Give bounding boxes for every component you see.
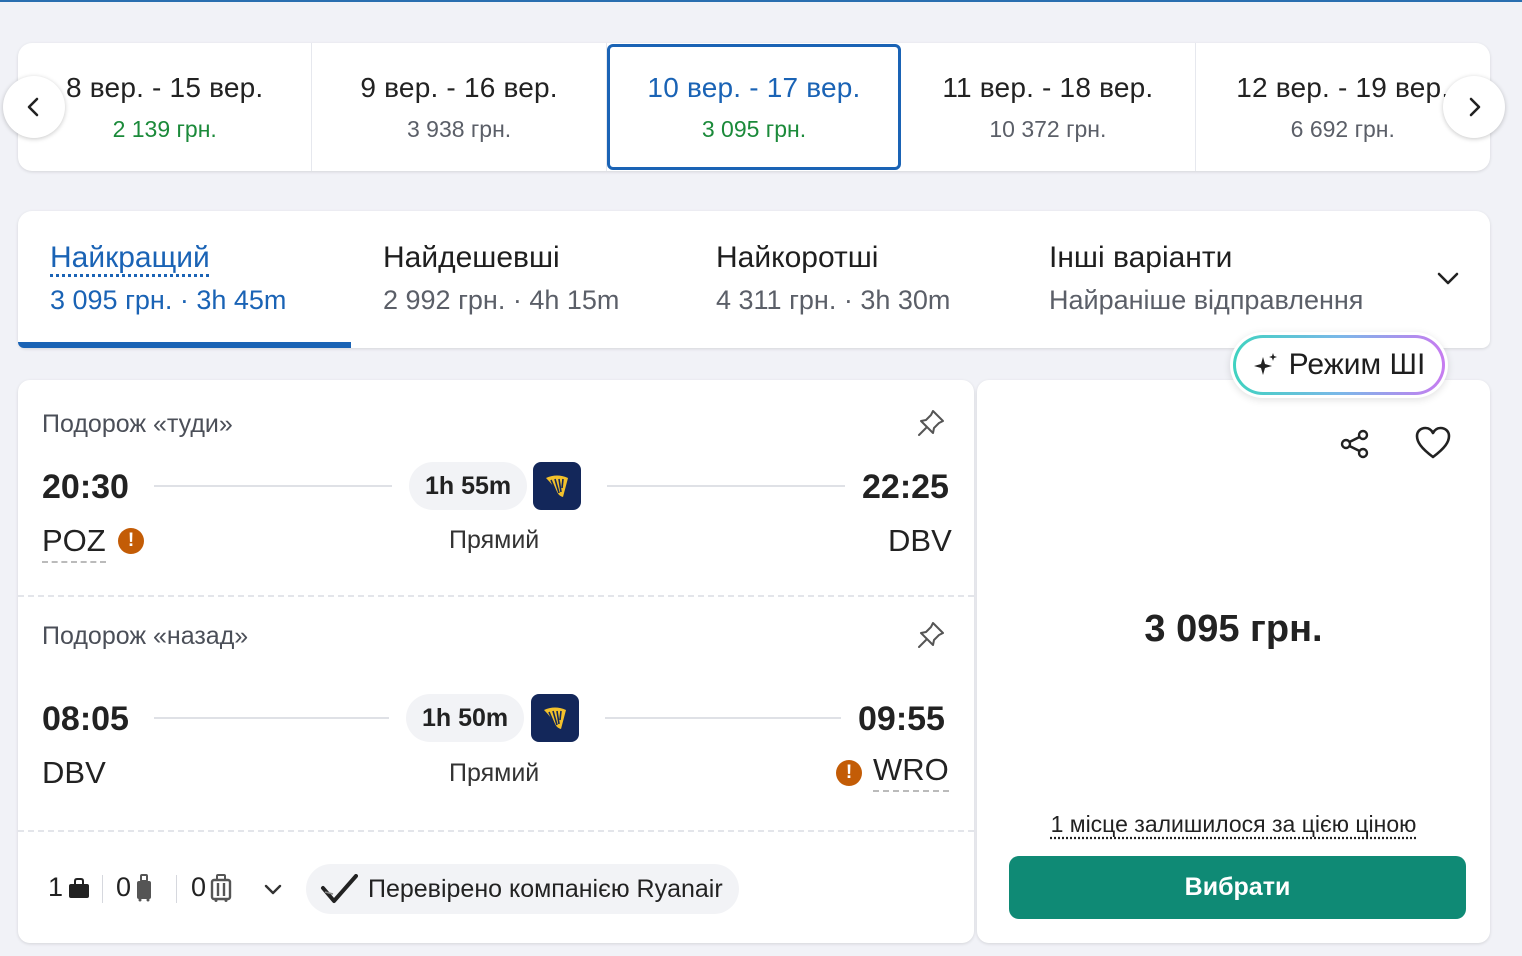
date-price: 6 692 грн. — [1290, 115, 1395, 142]
chevron-down-icon[interactable] — [260, 876, 286, 902]
carry-on-value: 0 — [116, 872, 132, 902]
chevron-left-icon — [27, 97, 39, 117]
tab-title: Найкоротші — [716, 241, 879, 274]
ai-mode-button[interactable]: Режим ШІ — [1230, 332, 1448, 398]
pin-icon[interactable] — [916, 620, 946, 650]
departure-time: 20:30 — [42, 468, 129, 506]
tab-other-options[interactable]: Інші варіанти Найраніше відправлення — [1017, 211, 1490, 348]
pin-icon[interactable] — [916, 408, 946, 438]
route-line — [607, 485, 845, 487]
previous-dates-button[interactable] — [3, 76, 65, 138]
sparkle-icon — [1253, 353, 1277, 375]
tab-subtitle: Найраніше відправлення — [1049, 285, 1364, 315]
return-leg: Подорож «назад» 08:05 1h 50m 09:55 DBV П… — [18, 595, 974, 830]
chevron-right-icon — [1469, 97, 1481, 117]
date-option-4[interactable]: 11 вер. - 18 вер. 10 372 грн. — [901, 43, 1196, 171]
briefcase-icon — [69, 877, 90, 898]
tab-fastest[interactable]: Найкоротші 4 311 грн. · 3h 30m — [684, 211, 1017, 348]
outbound-leg: Подорож «туди» 20:30 1h 55m 22:25 POZ ! … — [18, 380, 974, 595]
warning-icon[interactable]: ! — [836, 760, 862, 786]
date-range: 9 вер. - 16 вер. — [360, 71, 558, 103]
personal-item-count[interactable]: 1 — [48, 872, 91, 903]
date-range: 11 вер. - 18 вер. — [942, 71, 1154, 103]
ryanair-logo-icon — [531, 694, 579, 742]
origin-airport: DBV — [42, 755, 106, 790]
fare-details-bar: 1 0 0 Перевірено компанією Ryanair — [18, 830, 974, 943]
tab-title: Інші варіанти — [1049, 241, 1233, 274]
tab-subtitle: 2 992 грн. · 4h 15m — [383, 285, 620, 315]
top-accent-rule — [0, 0, 1522, 2]
carry-on-suitcase-icon — [137, 873, 152, 901]
select-button[interactable]: Вибрати — [1009, 856, 1466, 919]
destination-airport[interactable]: WRO — [873, 752, 949, 792]
chevron-down-icon[interactable] — [1434, 264, 1462, 292]
checkmark-icon — [321, 874, 358, 903]
tab-title: Найдешевші — [383, 241, 560, 274]
warning-icon[interactable]: ! — [118, 528, 144, 554]
date-price: 10 372 грн. — [989, 115, 1107, 142]
stops-label: Прямий — [449, 526, 540, 554]
departure-time: 08:05 — [42, 700, 129, 738]
date-price: 3 938 грн. — [406, 115, 512, 142]
route-line — [605, 717, 841, 719]
ai-mode-content: Режим ШІ — [1253, 348, 1426, 382]
tab-subtitle: 3 095 грн. · 3h 45m — [50, 285, 287, 315]
heart-icon[interactable] — [1415, 426, 1451, 460]
date-range: 8 вер. - 15 вер. — [66, 71, 264, 103]
date-range: 10 вер. - 17 вер. — [647, 71, 861, 103]
share-icon[interactable] — [1339, 428, 1371, 460]
flight-duration: 1h 50m — [406, 694, 525, 742]
date-range: 12 вер. - 19 вер. — [1236, 71, 1450, 103]
ryanair-logo-icon — [533, 462, 581, 510]
route-line — [154, 485, 392, 487]
harp-icon — [546, 475, 568, 497]
route-line — [154, 717, 389, 719]
ai-mode-label: Режим ШІ — [1288, 348, 1426, 381]
separator — [102, 875, 103, 903]
checked-luggage-icon — [210, 873, 232, 902]
stops-label: Прямий — [449, 759, 540, 787]
price-panel: 3 095 грн. 1 місце залишилося за цією ці… — [977, 380, 1490, 943]
verified-label: Перевірено компанією Ryanair — [368, 874, 723, 903]
seats-left-notice[interactable]: 1 місце залишилося за цією ціною — [977, 811, 1490, 838]
leg-label: Подорож «назад» — [42, 622, 249, 650]
checked-bag-count[interactable]: 0 — [191, 872, 232, 903]
date-option-3-selected[interactable]: 10 вер. - 17 вер. 3 095 грн. — [606, 44, 902, 170]
origin-airport[interactable]: POZ — [42, 523, 106, 563]
carry-on-count[interactable]: 0 — [116, 872, 153, 903]
harp-icon — [544, 707, 566, 729]
checked-bag-value: 0 — [191, 872, 207, 902]
sort-tabs: Найкращий 3 095 грн. · 3h 45m Найдешевші… — [18, 211, 1490, 348]
tab-cheapest[interactable]: Найдешевші 2 992 грн. · 4h 15m — [351, 211, 684, 348]
tab-subtitle: 4 311 грн. · 3h 30m — [716, 285, 951, 315]
arrival-time: 09:55 — [858, 700, 945, 738]
itinerary-card[interactable]: Подорож «туди» 20:30 1h 55m 22:25 POZ ! … — [18, 380, 974, 943]
total-price: 3 095 грн. — [1144, 608, 1323, 650]
leg-label: Подорож «туди» — [42, 410, 233, 438]
verified-badge[interactable]: Перевірено компанією Ryanair — [306, 864, 739, 914]
destination-airport: DBV — [888, 523, 952, 558]
next-dates-button[interactable] — [1443, 76, 1505, 138]
arrival-time: 22:25 — [862, 468, 949, 506]
date-strip: 8 вер. - 15 вер. 2 139 грн. 9 вер. - 16 … — [18, 43, 1490, 171]
tab-title: Найкращий — [50, 241, 210, 274]
tab-best[interactable]: Найкращий 3 095 грн. · 3h 45m — [18, 211, 351, 348]
date-price: 2 139 грн. — [112, 115, 217, 142]
date-option-2[interactable]: 9 вер. - 16 вер. 3 938 грн. — [312, 43, 607, 171]
date-price: 3 095 грн. — [701, 115, 807, 142]
personal-item-value: 1 — [48, 872, 64, 902]
flight-duration: 1h 55m — [409, 462, 528, 510]
separator — [176, 875, 177, 903]
